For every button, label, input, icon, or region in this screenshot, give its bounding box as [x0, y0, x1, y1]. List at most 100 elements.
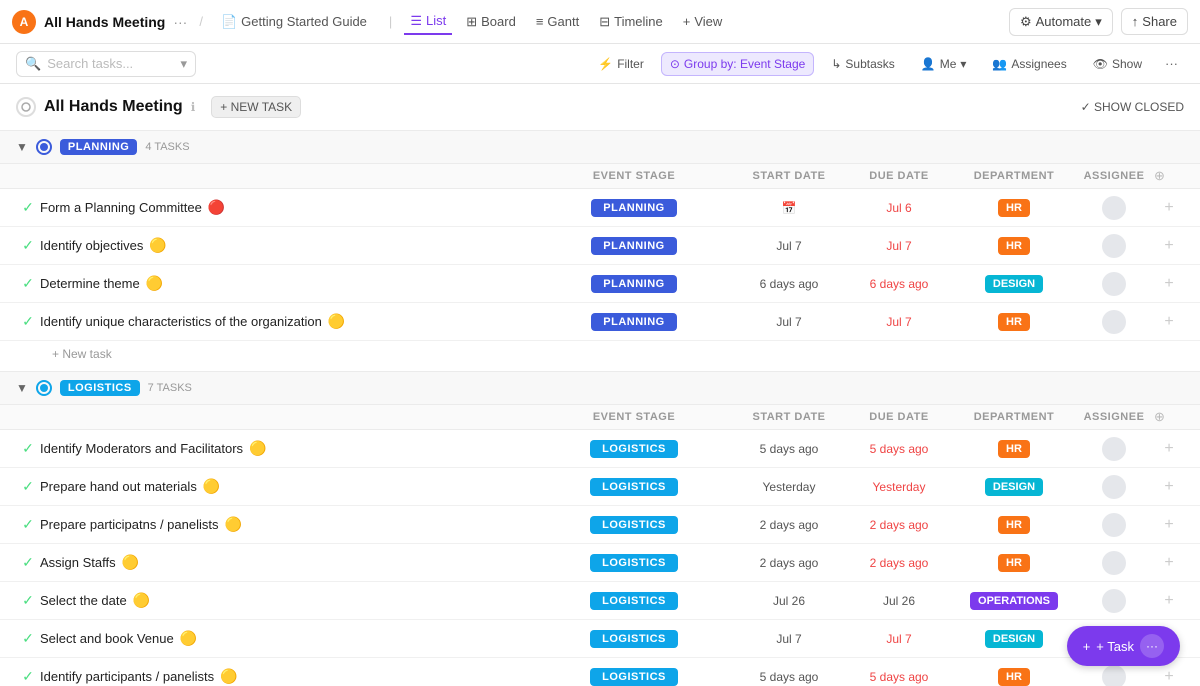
task-check[interactable]: ✓	[16, 592, 40, 609]
show-icon: 👁	[1093, 57, 1108, 71]
warning-icon: 🟡	[149, 237, 166, 254]
table-row: ✓ Assign Staffs 🟡 LOGISTICS 2 days ago 2…	[0, 544, 1200, 582]
task-check[interactable]: ✓	[16, 275, 40, 292]
planning-circle-icon	[36, 139, 52, 155]
show-closed-button[interactable]: ✓ SHOW CLOSED	[1081, 100, 1184, 114]
me-button[interactable]: 👤 Me ▾	[912, 52, 976, 76]
tab-board[interactable]: ⊞ Board	[460, 10, 522, 34]
group-icon: ⊙	[670, 57, 680, 71]
task-check[interactable]: ✓	[16, 668, 40, 685]
share-button[interactable]: ↑ Share	[1121, 8, 1188, 35]
timeline-icon: ⊟	[599, 14, 610, 30]
automate-button[interactable]: ⚙ Automate ▾	[1009, 8, 1113, 36]
show-button[interactable]: 👁 Show	[1084, 52, 1151, 76]
nav-dots[interactable]: ···	[173, 14, 187, 30]
task-name[interactable]: Form a Planning Committee 🔴	[40, 199, 534, 216]
task-name[interactable]: Identify objectives 🟡	[40, 237, 534, 254]
task-add-icon[interactable]: +	[1154, 554, 1184, 572]
task-check[interactable]: ✓	[16, 313, 40, 330]
task-name[interactable]: Identify Moderators and Facilitators 🟡	[40, 440, 534, 457]
task-name[interactable]: Assign Staffs 🟡	[40, 554, 534, 571]
task-stage: PLANNING	[534, 237, 734, 255]
tab-timeline[interactable]: ⊟ Timeline	[593, 10, 669, 34]
table-row: ✓ Identify participants / panelists 🟡 LO…	[0, 658, 1200, 686]
new-task-button[interactable]: + NEW TASK	[211, 96, 301, 118]
task-department: DESIGN	[954, 275, 1074, 293]
fab-task-button[interactable]: + + Task ···	[1067, 626, 1180, 666]
planning-badge: PLANNING	[60, 139, 137, 155]
logistics-chevron[interactable]: ▼	[16, 381, 28, 395]
task-add-icon[interactable]: +	[1154, 478, 1184, 496]
nav-getting-started[interactable]: 📄 Getting Started Guide	[215, 10, 373, 34]
doc-icon: 📄	[221, 14, 237, 30]
calendar-icon: 📅	[782, 201, 797, 215]
logistics-count: 7 TASKS	[148, 382, 192, 394]
table-row: ✓ Identify unique characteristics of the…	[0, 303, 1200, 341]
table-row: ✓ Identify Moderators and Facilitators 🟡…	[0, 430, 1200, 468]
task-name[interactable]: Identify unique characteristics of the o…	[40, 313, 534, 330]
subtasks-button[interactable]: ↳ Subtasks	[822, 52, 903, 76]
task-due-date: Jul 7	[844, 632, 954, 646]
task-start-date: 2 days ago	[734, 556, 844, 570]
logistics-table-header: EVENT STAGE START DATE DUE DATE DEPARTME…	[0, 405, 1200, 430]
warning-icon: 🟡	[328, 313, 345, 330]
task-assignee	[1074, 310, 1154, 334]
task-name[interactable]: Identify participants / panelists 🟡	[40, 668, 534, 685]
task-name[interactable]: Select and book Venue 🟡	[40, 630, 534, 647]
task-start-date: 2 days ago	[734, 518, 844, 532]
task-check[interactable]: ✓	[16, 630, 40, 647]
task-add-icon[interactable]: +	[1154, 275, 1184, 293]
table-row: ✓ Prepare hand out materials 🟡 LOGISTICS…	[0, 468, 1200, 506]
task-add-icon[interactable]: +	[1154, 668, 1184, 686]
task-add-icon[interactable]: +	[1154, 440, 1184, 458]
filter-button[interactable]: ⚡ Filter	[589, 52, 653, 76]
warning-icon: 🟡	[220, 668, 237, 685]
task-add-icon[interactable]: +	[1154, 516, 1184, 534]
tab-view-add[interactable]: + View	[677, 10, 729, 33]
search-icon: 🔍	[25, 56, 41, 72]
add-column-icon[interactable]: ⊕	[1154, 409, 1165, 424]
planning-chevron[interactable]: ▼	[16, 140, 28, 154]
plus-icon: +	[1083, 639, 1091, 654]
task-add-icon[interactable]: +	[1154, 592, 1184, 610]
task-check[interactable]: ✓	[16, 237, 40, 254]
list-icon: ☰	[410, 13, 422, 29]
task-due-date: 5 days ago	[844, 670, 954, 684]
page-header-icon	[16, 97, 36, 117]
planning-count: 4 TASKS	[145, 141, 189, 153]
add-column-icon[interactable]: ⊕	[1154, 168, 1165, 183]
search-box[interactable]: 🔍 Search tasks... ▾	[16, 51, 196, 77]
fab-more-icon[interactable]: ···	[1140, 634, 1164, 658]
task-due-date: 6 days ago	[844, 277, 954, 291]
task-name[interactable]: Determine theme 🟡	[40, 275, 534, 292]
task-check[interactable]: ✓	[16, 199, 40, 216]
tab-list[interactable]: ☰ List	[404, 9, 452, 35]
task-stage: PLANNING	[534, 275, 734, 293]
task-add-icon[interactable]: +	[1154, 237, 1184, 255]
subtasks-icon: ↳	[831, 57, 841, 71]
more-button[interactable]: ···	[1159, 52, 1184, 75]
task-check[interactable]: ✓	[16, 440, 40, 457]
avatar	[1102, 272, 1126, 296]
task-name[interactable]: Select the date 🟡	[40, 592, 534, 609]
warning-icon: 🟡	[249, 440, 266, 457]
assignees-button[interactable]: 👥 Assignees	[983, 52, 1075, 76]
task-name[interactable]: Prepare hand out materials 🟡	[40, 478, 534, 495]
task-due-date: 5 days ago	[844, 442, 954, 456]
task-check[interactable]: ✓	[16, 478, 40, 495]
tab-gantt[interactable]: ≡ Gantt	[530, 10, 585, 33]
table-row: ✓ Select and book Venue 🟡 LOGISTICS Jul …	[0, 620, 1200, 658]
task-check[interactable]: ✓	[16, 554, 40, 571]
task-stage: PLANNING	[534, 199, 734, 217]
task-check[interactable]: ✓	[16, 516, 40, 533]
assignees-icon: 👥	[992, 57, 1007, 71]
task-add-icon[interactable]: +	[1154, 199, 1184, 217]
task-add-icon[interactable]: +	[1154, 313, 1184, 331]
warning-icon: 🟡	[146, 275, 163, 292]
group-by-button[interactable]: ⊙ Group by: Event Stage	[661, 52, 814, 76]
task-name[interactable]: Prepare participatns / panelists 🟡	[40, 516, 534, 533]
avatar	[1102, 196, 1126, 220]
task-start-date: Jul 7	[734, 632, 844, 646]
new-task-row-planning[interactable]: + New task	[0, 341, 1200, 371]
table-row: ✓ Select the date 🟡 LOGISTICS Jul 26 Jul…	[0, 582, 1200, 620]
